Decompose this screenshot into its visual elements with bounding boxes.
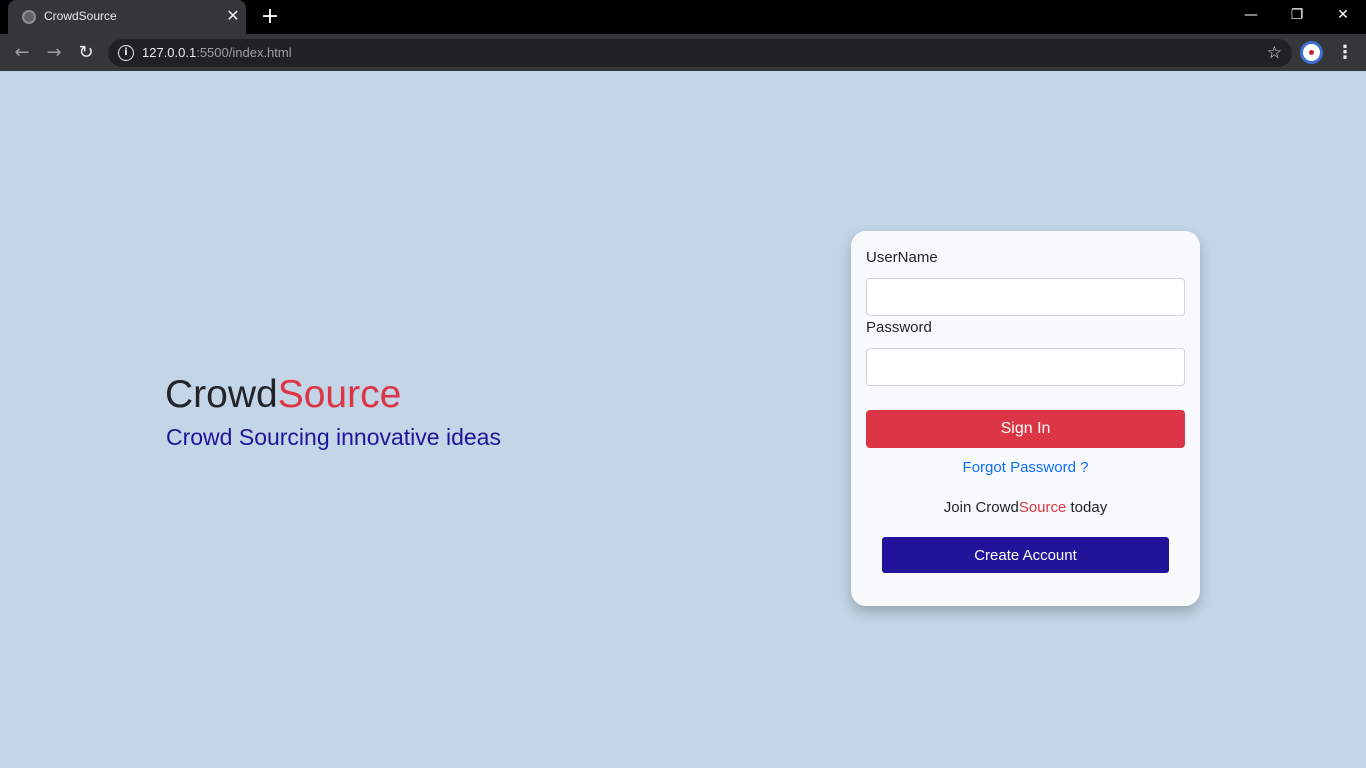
join-prefix: Join Crowd xyxy=(943,499,1019,516)
tagline: Crowd Sourcing innovative ideas xyxy=(166,424,501,450)
url-text[interactable]: 127.0.0.1:5500/index.html xyxy=(142,45,292,60)
globe-icon xyxy=(22,10,36,24)
back-arrow-icon[interactable]: ← xyxy=(10,41,34,65)
address-bar[interactable]: i 127.0.0.1:5500/index.html ☆ xyxy=(108,39,1292,67)
join-text: Join CrowdSource today xyxy=(851,499,1200,516)
url-host: 127.0.0.1 xyxy=(142,45,197,60)
brand-title: CrowdSource xyxy=(165,372,401,418)
brand-title-crowd: Crowd xyxy=(165,373,278,416)
create-account-button[interactable]: Create Account xyxy=(882,537,1169,573)
bookmark-star-icon[interactable]: ☆ xyxy=(1267,42,1282,64)
browser-tab[interactable]: CrowdSource ✕ xyxy=(8,0,246,34)
url-path: :5500/index.html xyxy=(196,45,292,60)
forward-arrow-icon[interactable]: → xyxy=(42,41,66,65)
close-tab-icon[interactable]: ✕ xyxy=(224,6,242,26)
browser-tab-strip: CrowdSource ✕ + — ❐ ✕ xyxy=(0,0,1366,34)
minimize-window-button[interactable]: — xyxy=(1228,0,1274,30)
username-input[interactable] xyxy=(866,278,1185,316)
tab-title: CrowdSource xyxy=(44,9,117,23)
brand-title-source: Source xyxy=(277,373,402,416)
reload-icon[interactable]: ↻ xyxy=(74,41,98,65)
password-label: Password xyxy=(866,319,932,336)
join-suffix: today xyxy=(1066,499,1108,516)
forgot-password-link[interactable]: Forgot Password ? xyxy=(851,459,1200,476)
site-info-icon[interactable]: i xyxy=(118,45,134,61)
browser-menu-icon[interactable]: ⋮ xyxy=(1336,41,1354,65)
profile-avatar-icon[interactable] xyxy=(1300,41,1323,64)
restore-window-button[interactable]: ❐ xyxy=(1274,0,1320,30)
username-label: UserName xyxy=(866,249,938,266)
sign-in-button[interactable]: Sign In xyxy=(866,410,1185,448)
close-window-button[interactable]: ✕ xyxy=(1320,0,1366,30)
browser-toolbar: ← → ↻ i 127.0.0.1:5500/index.html ☆ ⋮ xyxy=(0,34,1366,71)
new-tab-button[interactable]: + xyxy=(259,4,281,30)
login-card: UserName Password Sign In Forgot Passwor… xyxy=(851,231,1200,606)
join-brand: Source xyxy=(1018,499,1067,516)
password-input[interactable] xyxy=(866,348,1185,386)
